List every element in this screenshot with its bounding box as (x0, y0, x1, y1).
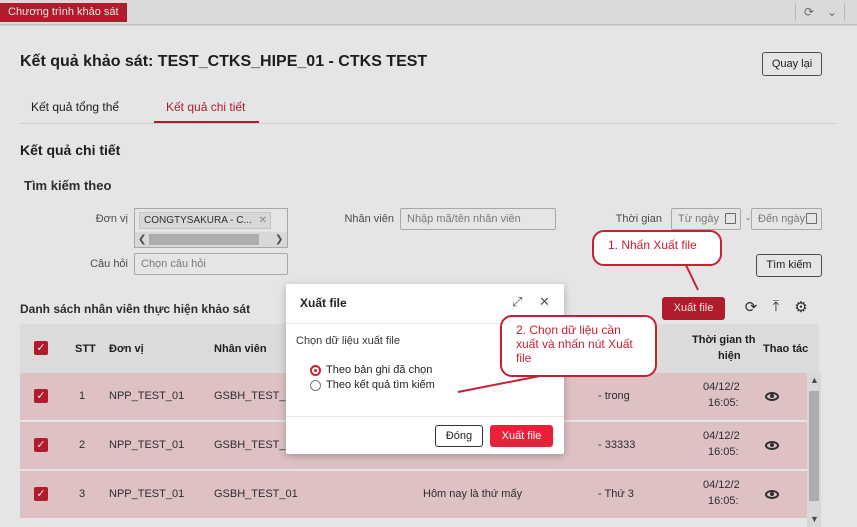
annotation-step-2-line2: xuất và nhấn nút Xuất (516, 337, 633, 351)
close-icon[interactable]: ✕ (539, 294, 550, 310)
annotation-step-2: 2. Chọn dữ liệu cần xuất và nhấn nút Xuấ… (500, 315, 657, 377)
radio-search-results[interactable] (310, 380, 321, 391)
annotation-step-1-text: 1. Nhấn Xuất file (608, 238, 697, 252)
dialog-title: Xuất file (300, 296, 347, 310)
annotation-step-2-line3: file (516, 351, 532, 365)
dialog-label: Chọn dữ liệu xuất file (296, 335, 400, 347)
export-confirm-button[interactable]: Xuất file (490, 425, 553, 447)
expand-icon[interactable]: ⤢ (512, 294, 522, 310)
radio-search-results-label[interactable]: Theo kết quả tìm kiếm (326, 379, 435, 391)
annotation-step-2-line1: 2. Chọn dữ liệu cần (516, 323, 621, 337)
close-button[interactable]: Đóng (435, 425, 483, 447)
radio-selected-records-label[interactable]: Theo bản ghi đã chọn (326, 364, 432, 376)
annotation-step-1: 1. Nhấn Xuất file (592, 230, 722, 266)
radio-selected-records[interactable] (310, 365, 321, 376)
divider (286, 416, 564, 417)
